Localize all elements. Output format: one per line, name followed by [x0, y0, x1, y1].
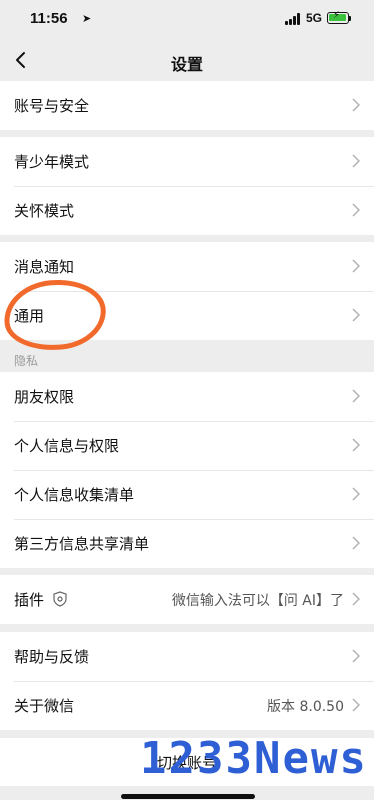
- chevron-right-icon: [352, 536, 360, 550]
- chevron-right-icon: [352, 487, 360, 501]
- shield-badge-icon: [53, 591, 67, 607]
- group-modes: 青少年模式 关怀模式: [0, 137, 374, 235]
- page-title: 设置: [170, 55, 203, 74]
- home-indicator: [121, 794, 255, 799]
- battery-tip: [349, 15, 351, 21]
- row-about-wechat[interactable]: 关于微信 版本 8.0.50: [0, 681, 374, 730]
- chevron-right-icon: [352, 259, 360, 273]
- row-label: 帮助与反馈: [14, 648, 90, 666]
- row-label: 插件: [14, 591, 45, 609]
- group-plugins: 插件 微信输入法可以【问 AI】了: [0, 575, 374, 624]
- chevron-right-icon: [352, 698, 360, 712]
- row-help-feedback[interactable]: 帮助与反馈: [0, 632, 374, 681]
- row-label: 关于微信: [14, 697, 75, 715]
- row-plugins[interactable]: 插件 微信输入法可以【问 AI】了: [0, 575, 374, 624]
- watermark: 1233News: [140, 733, 368, 784]
- version-text: 版本 8.0.50: [267, 699, 344, 715]
- nav-bar: 设置: [0, 42, 374, 80]
- row-label: 消息通知: [14, 258, 75, 276]
- chevron-right-icon: [352, 592, 360, 606]
- chevron-right-icon: [352, 438, 360, 452]
- row-label: 青少年模式: [14, 153, 90, 171]
- row-label: 账号与安全: [14, 97, 90, 115]
- row-label: 第三方信息共享清单: [14, 535, 150, 553]
- location-arrow-icon: ➤: [82, 12, 92, 25]
- group-account: 账号与安全: [0, 81, 374, 130]
- group-about: 帮助与反馈 关于微信 版本 8.0.50: [0, 632, 374, 730]
- privacy-section-header: 隐私: [14, 354, 39, 368]
- chevron-right-icon: [352, 308, 360, 322]
- row-third-party-sharing[interactable]: 第三方信息共享清单: [0, 519, 374, 568]
- status-bar: 11:56 ➤ 5G ⚡: [0, 0, 374, 42]
- row-label: 关怀模式: [14, 202, 75, 220]
- row-label: 个人信息收集清单: [14, 486, 135, 504]
- network-type: 5G: [306, 11, 323, 25]
- row-friend-permissions[interactable]: 朋友权限: [0, 372, 374, 421]
- battery-icon: ⚡: [327, 10, 349, 24]
- chevron-right-icon: [352, 203, 360, 217]
- chevron-right-icon: [352, 649, 360, 663]
- row-personal-info-list[interactable]: 个人信息收集清单: [0, 470, 374, 519]
- row-label: 朋友权限: [14, 388, 75, 406]
- group-privacy: 朋友权限 个人信息与权限 个人信息收集清单 第三方信息共享清单: [0, 372, 374, 568]
- plugin-promo-text: 微信输入法可以【问 AI】了: [171, 593, 344, 609]
- chevron-right-icon: [352, 98, 360, 112]
- row-account-security[interactable]: 账号与安全: [0, 81, 374, 130]
- row-teen-mode[interactable]: 青少年模式: [0, 137, 374, 186]
- chevron-right-icon: [352, 389, 360, 403]
- cellular-signal-icon: [285, 13, 303, 25]
- chevron-right-icon: [352, 154, 360, 168]
- row-label: 个人信息与权限: [14, 437, 120, 455]
- row-care-mode[interactable]: 关怀模式: [0, 186, 374, 235]
- status-time: 11:56: [30, 10, 68, 27]
- row-personal-info-permissions[interactable]: 个人信息与权限: [0, 421, 374, 470]
